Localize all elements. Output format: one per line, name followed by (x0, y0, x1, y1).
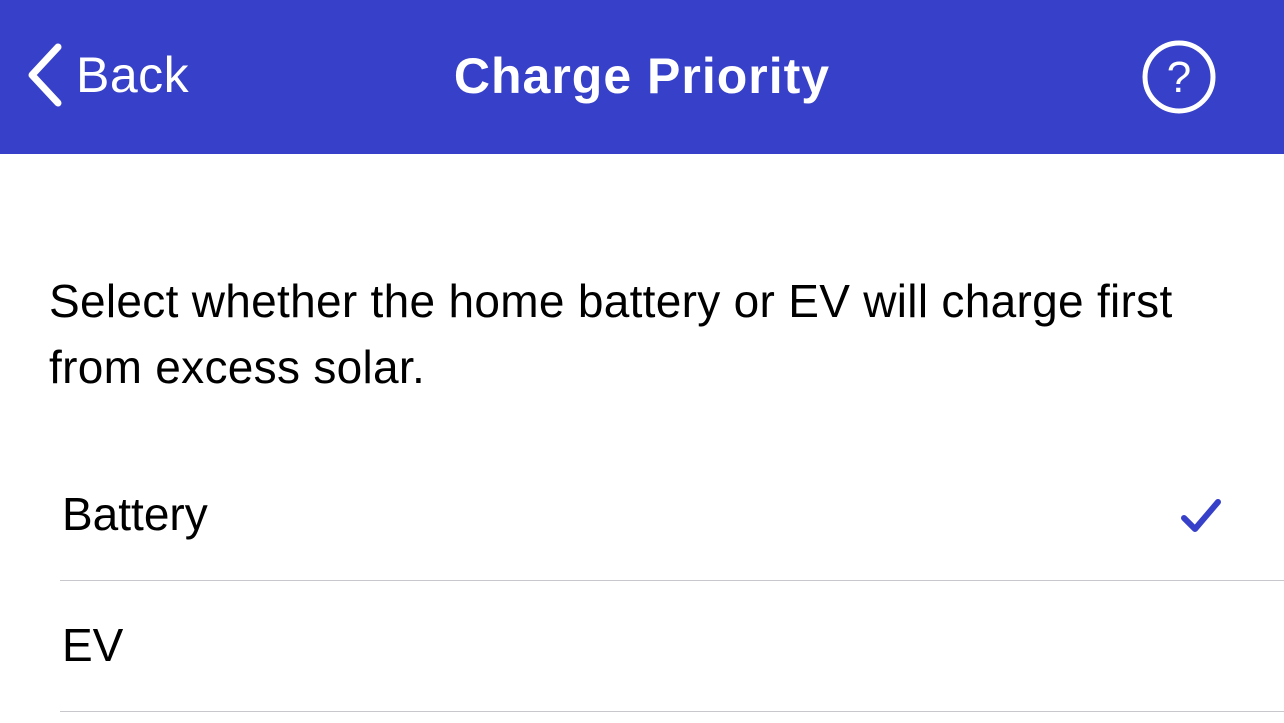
option-label-ev: EV (62, 619, 124, 671)
option-label-battery: Battery (62, 488, 208, 540)
svg-text:?: ? (1167, 53, 1191, 102)
page-title: Charge Priority (453, 48, 831, 104)
option-row-battery[interactable]: Battery (60, 450, 1284, 581)
checkmark-icon (1181, 499, 1221, 532)
question-circle-icon[interactable]: ? (1141, 39, 1217, 115)
option-row-ev[interactable]: EV (60, 581, 1284, 712)
description-text: Select whether the home battery or EV wi… (49, 275, 1173, 393)
navigation-bar: Back Charge Priority ? (0, 0, 1284, 154)
